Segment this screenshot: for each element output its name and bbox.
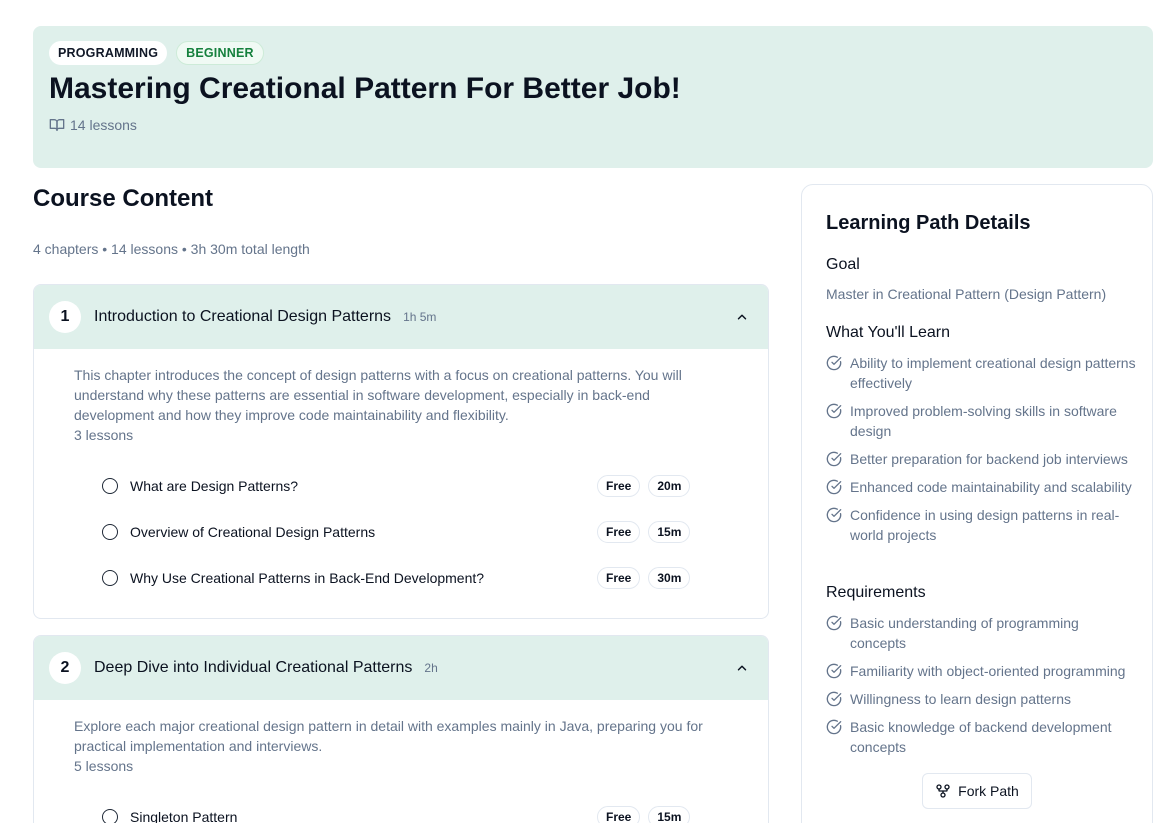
lesson-list: What are Design Patterns? Free 20m Overv…: [74, 463, 728, 601]
requirements-list: Basic understanding of programming conce…: [826, 613, 1136, 765]
course-header: PROGRAMMING BEGINNER Mastering Creationa…: [33, 26, 1153, 168]
lesson-item[interactable]: Overview of Creational Design Patterns F…: [74, 509, 728, 555]
chapter-duration: 1h 5m: [403, 310, 437, 324]
lesson-title[interactable]: Singleton Pattern: [130, 809, 237, 823]
lesson-tags: Free 15m: [597, 806, 691, 823]
chapter-description: Explore each major creational design pat…: [74, 718, 703, 754]
duration-badge: 20m: [648, 475, 691, 497]
circle-check-icon: [826, 507, 842, 523]
chevron-up-icon[interactable]: [732, 307, 752, 327]
circle-check-icon: [826, 451, 842, 467]
lesson-count-meta: 14 lessons: [49, 117, 137, 133]
chapter-title: Deep Dive into Individual Creational Pat…: [94, 659, 413, 676]
list-item: Improved problem-solving skills in softw…: [826, 401, 1136, 441]
chevron-up-icon[interactable]: [732, 658, 752, 678]
lesson-item[interactable]: Why Use Creational Patterns in Back-End …: [74, 555, 728, 601]
badge-group: PROGRAMMING BEGINNER: [49, 41, 264, 65]
chapter-title: Introduction to Creational Design Patter…: [94, 308, 392, 325]
lesson-tags: Free 30m: [597, 567, 691, 589]
list-item: Basic understanding of programming conce…: [826, 613, 1136, 653]
duration-badge: 15m: [648, 806, 691, 823]
lesson-count-label: 14 lessons: [70, 117, 137, 133]
circle-check-icon: [826, 615, 842, 631]
circle-check-icon: [826, 663, 842, 679]
chapter-card: 1 Introduction to Creational Design Patt…: [33, 284, 769, 619]
chapter-duration: 2h: [424, 661, 438, 675]
lesson-radio[interactable]: [102, 809, 118, 823]
chapter-lesson-count: 3 lessons: [74, 427, 134, 443]
chapter-header[interactable]: 1 Introduction to Creational Design Patt…: [34, 285, 768, 349]
learn-heading: What You'll Learn: [826, 324, 951, 341]
requirement-text: Basic understanding of programming conce…: [850, 615, 1079, 651]
requirement-text: Willingness to learn design patterns: [850, 691, 1072, 707]
requirements-heading: Requirements: [826, 584, 926, 601]
learn-item-text: Better preparation for backend job inter…: [850, 451, 1128, 467]
learn-item-text: Enhanced code maintainability and scalab…: [850, 479, 1132, 495]
requirement-text: Basic knowledge of backend development c…: [850, 719, 1112, 755]
chapter-number: 1: [49, 301, 81, 333]
free-badge: Free: [597, 806, 641, 823]
lesson-radio[interactable]: [102, 478, 118, 494]
learn-item-text: Improved problem-solving skills in softw…: [850, 403, 1117, 439]
lesson-list: Singleton Pattern Free 15m: [74, 794, 728, 823]
list-item: Better preparation for backend job inter…: [826, 449, 1136, 469]
circle-check-icon: [826, 403, 842, 419]
free-badge: Free: [597, 567, 641, 589]
chapter-body: Explore each major creational design pat…: [34, 700, 768, 823]
list-item: Willingness to learn design patterns: [826, 689, 1136, 709]
free-badge: Free: [597, 521, 641, 543]
learn-item-text: Confidence in using design patterns in r…: [850, 507, 1120, 543]
learn-list: Ability to implement creational design p…: [826, 353, 1136, 553]
lesson-radio[interactable]: [102, 570, 118, 586]
learn-item-text: Ability to implement creational design p…: [850, 355, 1136, 391]
fork-path-button[interactable]: Fork Path: [922, 773, 1032, 809]
course-summary: 4 chapters • 14 lessons • 3h 30m total l…: [33, 241, 310, 257]
free-badge: Free: [597, 475, 641, 497]
learning-path-sidebar: Learning Path Details Goal Master in Cre…: [801, 184, 1153, 823]
chapter-number: 2: [49, 652, 81, 684]
list-item: Confidence in using design patterns in r…: [826, 505, 1136, 545]
sidebar-title: Learning Path Details: [826, 212, 1031, 234]
chapter-header[interactable]: 2 Deep Dive into Individual Creational P…: [34, 636, 768, 700]
chapter-card: 2 Deep Dive into Individual Creational P…: [33, 635, 769, 823]
chapter-description: This chapter introduces the concept of d…: [74, 367, 682, 423]
lesson-tags: Free 20m: [597, 475, 691, 497]
lesson-tags: Free 15m: [597, 521, 691, 543]
goal-text: Master in Creational Pattern (Design Pat…: [826, 286, 1107, 302]
book-open-icon: [49, 119, 65, 131]
chapter-lesson-count: 5 lessons: [74, 758, 134, 774]
list-item: Basic knowledge of backend development c…: [826, 717, 1136, 757]
duration-badge: 15m: [648, 521, 691, 543]
course-content-heading: Course Content: [33, 185, 213, 212]
category-badge: PROGRAMMING: [49, 41, 168, 65]
requirement-text: Familiarity with object-oriented program…: [850, 663, 1126, 679]
circle-check-icon: [826, 355, 842, 371]
goal-heading: Goal: [826, 256, 860, 273]
list-item: Ability to implement creational design p…: [826, 353, 1136, 393]
list-item: Enhanced code maintainability and scalab…: [826, 477, 1136, 497]
list-item: Familiarity with object-oriented program…: [826, 661, 1136, 681]
fork-path-label: Fork Path: [958, 783, 1019, 799]
chapter-body: This chapter introduces the concept of d…: [34, 349, 768, 601]
lesson-item[interactable]: What are Design Patterns? Free 20m: [74, 463, 728, 509]
circle-check-icon: [826, 479, 842, 495]
lesson-item[interactable]: Singleton Pattern Free 15m: [74, 794, 728, 823]
duration-badge: 30m: [648, 567, 691, 589]
lesson-title[interactable]: Why Use Creational Patterns in Back-End …: [130, 570, 484, 586]
course-title: Mastering Creational Pattern For Better …: [49, 72, 681, 105]
circle-check-icon: [826, 691, 842, 707]
lesson-title[interactable]: Overview of Creational Design Patterns: [130, 524, 375, 540]
git-fork-icon: [936, 784, 950, 798]
circle-check-icon: [826, 719, 842, 735]
lesson-radio[interactable]: [102, 524, 118, 540]
level-badge: BEGINNER: [176, 41, 264, 65]
lesson-title[interactable]: What are Design Patterns?: [130, 478, 298, 494]
